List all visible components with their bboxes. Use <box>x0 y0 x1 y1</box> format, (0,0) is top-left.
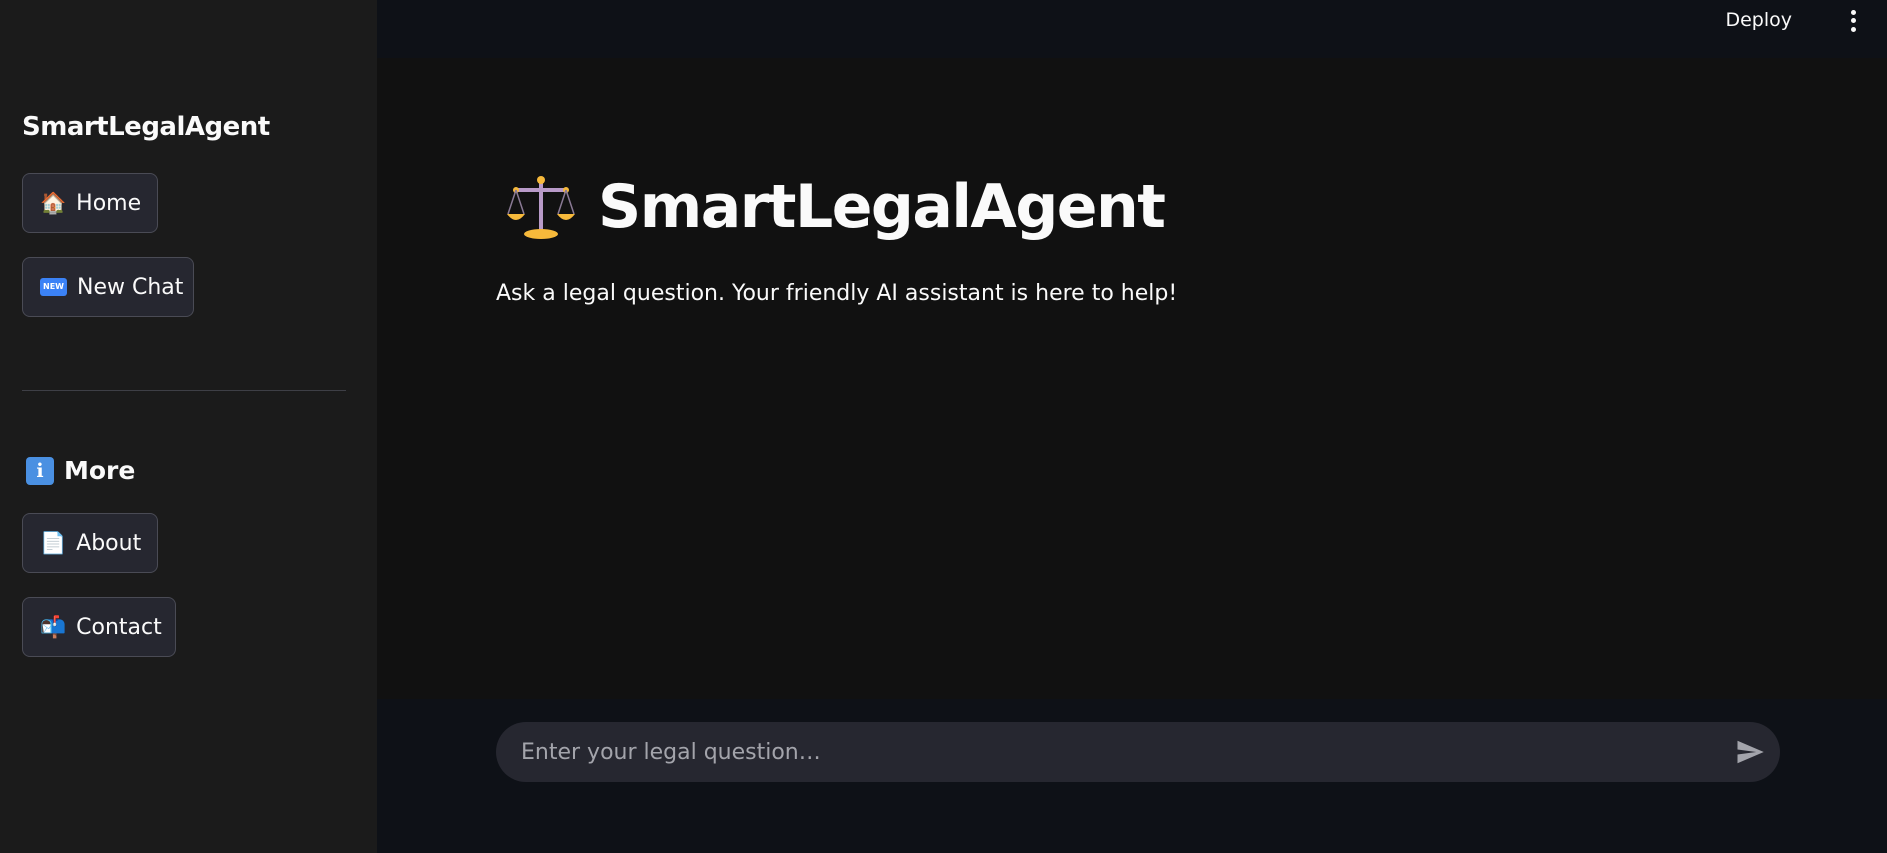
contact-button[interactable]: 📬 Contact <box>22 597 176 657</box>
app-window: SmartLegalAgent 🏠 Home NEW New Chat i Mo… <box>0 0 1887 853</box>
page-subtitle: Ask a legal question. Your friendly AI a… <box>496 281 1178 306</box>
document-icon: 📄 <box>40 530 67 555</box>
about-button[interactable]: 📄 About <box>22 513 158 573</box>
home-button-label: Home <box>76 190 142 216</box>
new-chat-button-label: New Chat <box>76 274 184 300</box>
deploy-button[interactable]: Deploy <box>1725 9 1792 31</box>
page-title-text: SmartLegalAgent <box>598 172 1166 242</box>
balance-scale-icon <box>507 176 575 239</box>
new-chat-button[interactable]: NEW New Chat <box>22 257 194 317</box>
chat-input[interactable] <box>496 722 1720 782</box>
sidebar: SmartLegalAgent 🏠 Home NEW New Chat i Mo… <box>0 0 377 853</box>
more-heading-label: More <box>64 456 136 485</box>
sidebar-divider <box>22 390 346 391</box>
send-button[interactable] <box>1720 722 1780 782</box>
contact-button-label: Contact <box>76 614 162 640</box>
chat-input-container <box>496 722 1780 782</box>
home-button[interactable]: 🏠 Home <box>22 173 158 233</box>
house-icon: 🏠 <box>40 190 67 215</box>
send-icon <box>1737 740 1764 764</box>
new-badge-icon: NEW <box>40 278 67 296</box>
more-section-heading: i More <box>26 456 135 485</box>
top-header: Deploy <box>377 0 1887 58</box>
vertical-dots-icon[interactable] <box>1846 8 1860 34</box>
about-button-label: About <box>76 530 142 556</box>
sidebar-title: SmartLegalAgent <box>22 112 270 142</box>
page-title: SmartLegalAgent <box>506 172 1166 242</box>
info-icon: i <box>26 456 54 485</box>
mailbox-icon: 📬 <box>40 614 67 639</box>
